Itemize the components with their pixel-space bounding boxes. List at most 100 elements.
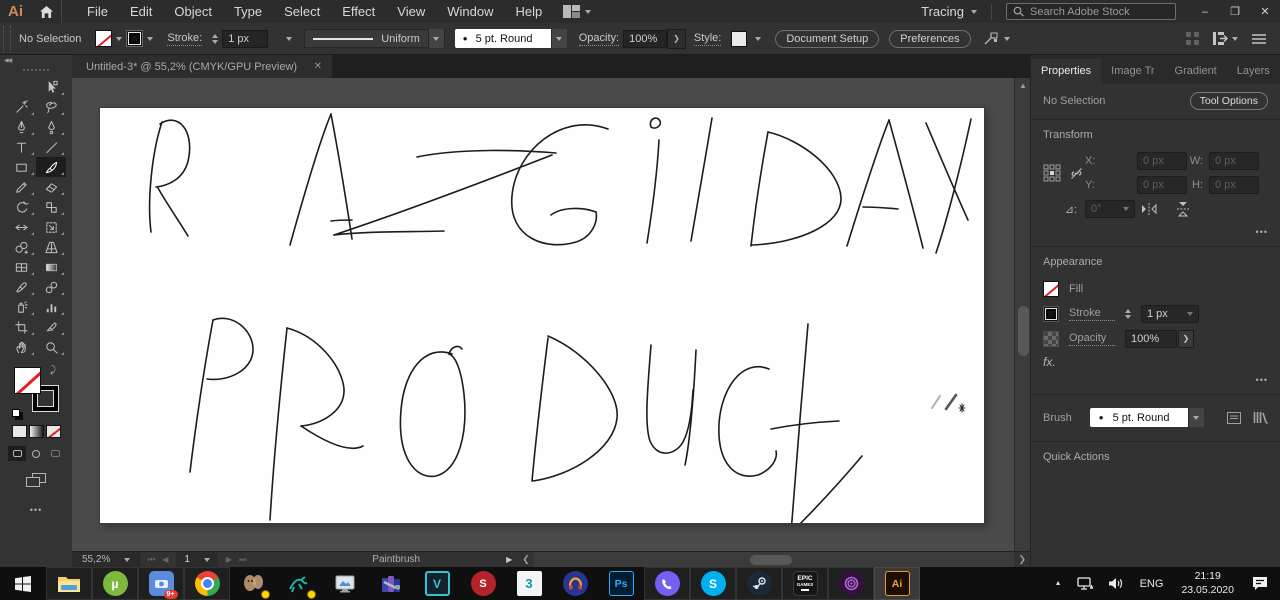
- taskbar-vegas[interactable]: V: [414, 567, 460, 600]
- opacity-flyout-arrow[interactable]: ❯: [1178, 329, 1194, 348]
- brush-definition-chevron[interactable]: [550, 29, 567, 48]
- w-field[interactable]: 0 px: [1209, 152, 1259, 170]
- artboard-navigation-dropdown[interactable]: 1: [176, 552, 218, 567]
- shape-builder-tool[interactable]: [6, 237, 36, 257]
- opacity-label[interactable]: Opacity:: [578, 32, 620, 46]
- appearance-fill-label[interactable]: Fill: [1069, 283, 1115, 295]
- taskbar-3ds-max[interactable]: 3: [506, 567, 552, 600]
- volume-icon[interactable]: [1101, 577, 1131, 590]
- vertical-scrollbar[interactable]: ▲: [1014, 78, 1030, 551]
- taskbar-file-explorer[interactable]: [46, 567, 92, 600]
- home-icon[interactable]: [32, 0, 62, 23]
- constrain-proportions-icon[interactable]: [1068, 165, 1085, 182]
- tab-properties[interactable]: Properties: [1031, 59, 1102, 84]
- gradient-button[interactable]: [28, 425, 44, 438]
- taskbar-tor-browser[interactable]: [828, 567, 874, 600]
- align-icon[interactable]: [1186, 32, 1199, 45]
- panel-stroke-stepper[interactable]: [1125, 308, 1131, 319]
- tracing-dropdown[interactable]: Tracing: [907, 3, 992, 20]
- status-flyout-icon[interactable]: ▶: [506, 555, 512, 564]
- last-artboard-icon[interactable]: ⏭: [239, 555, 246, 565]
- panel-stroke-field[interactable]: 1 px: [1141, 304, 1199, 323]
- lasso-tool[interactable]: [36, 97, 66, 117]
- type-tool[interactable]: [6, 137, 36, 157]
- stroke-weight-dropdown[interactable]: [282, 30, 296, 48]
- artboard[interactable]: [100, 108, 984, 523]
- paintbrush-tool[interactable]: [36, 157, 66, 177]
- direct-selection-tool[interactable]: [36, 77, 66, 97]
- brush-libraries-icon[interactable]: [1253, 411, 1268, 424]
- tool-options-button[interactable]: Tool Options: [1189, 92, 1268, 110]
- magic-wand-tool[interactable]: [6, 97, 36, 117]
- tab-close-icon[interactable]: ✕: [314, 61, 322, 72]
- tab-layers[interactable]: Layers: [1227, 59, 1280, 84]
- style-dropdown[interactable]: [751, 30, 765, 48]
- zoom-tool[interactable]: [36, 337, 66, 357]
- taskbar-illustrator[interactable]: Ai: [874, 567, 920, 600]
- draw-behind-mode[interactable]: [27, 446, 45, 461]
- horizontal-scroll-thumb[interactable]: [750, 554, 793, 565]
- restore-button[interactable]: ❐: [1220, 0, 1250, 23]
- clock[interactable]: 21:19 23.05.2020: [1172, 570, 1243, 596]
- flip-vertical-icon[interactable]: [1176, 201, 1190, 217]
- fill-proxy-swatch[interactable]: [14, 367, 41, 394]
- appearance-more-options-icon[interactable]: •••: [1043, 375, 1268, 385]
- preferences-button[interactable]: Preferences: [889, 29, 971, 48]
- appearance-opacity-swatch[interactable]: [1043, 330, 1059, 347]
- search-input[interactable]: [1030, 5, 1160, 18]
- pen-tool[interactable]: [6, 117, 36, 137]
- taskbar-teal-app[interactable]: [276, 567, 322, 600]
- free-transform-tool[interactable]: [36, 217, 66, 237]
- scale-tool[interactable]: [36, 197, 66, 217]
- taskbar-music-app[interactable]: [552, 567, 598, 600]
- rotate-tool[interactable]: [6, 197, 36, 217]
- eraser-tool[interactable]: [36, 177, 66, 197]
- fill-color-dropdown[interactable]: [112, 30, 126, 48]
- taskbar-utorrent[interactable]: µ: [92, 567, 138, 600]
- scroll-up-icon[interactable]: ▲: [1015, 81, 1031, 90]
- stroke-color-dropdown[interactable]: [143, 30, 157, 48]
- horizontal-scrollbar[interactable]: ❮ ❯: [518, 552, 1030, 567]
- vertical-scroll-thumb[interactable]: [1017, 306, 1029, 356]
- taskbar-photo-viewer[interactable]: [322, 567, 368, 600]
- fill-color-swatch[interactable]: [95, 30, 113, 47]
- artboard-tool[interactable]: [6, 317, 36, 337]
- taskbar-epic-games[interactable]: EPIC GAMES: [782, 567, 828, 600]
- variable-width-profile-dropdown[interactable]: Uniform: [304, 29, 445, 48]
- appearance-fill-swatch[interactable]: [1043, 280, 1059, 297]
- stroke-weight-stepper[interactable]: [212, 33, 219, 44]
- taskbar-photoshop[interactable]: Ps: [598, 567, 644, 600]
- brushes-panel-icon[interactable]: [1227, 411, 1241, 424]
- slice-tool[interactable]: [36, 317, 66, 337]
- stroke-color-swatch[interactable]: [126, 30, 144, 47]
- action-center-icon[interactable]: [1243, 576, 1280, 591]
- appearance-stroke-swatch[interactable]: [1043, 305, 1059, 322]
- h-field[interactable]: 0 px: [1209, 176, 1259, 194]
- menu-window[interactable]: Window: [436, 0, 504, 23]
- stroke-weight-label[interactable]: Stroke:: [167, 32, 203, 46]
- menu-edit[interactable]: Edit: [119, 0, 163, 23]
- menu-file[interactable]: File: [76, 0, 119, 23]
- rectangle-tool[interactable]: [6, 157, 36, 177]
- workspace-switcher-icon[interactable]: [1213, 32, 1228, 45]
- first-artboard-icon[interactable]: ⏮: [148, 555, 155, 565]
- shaper-tool[interactable]: [6, 177, 36, 197]
- close-button[interactable]: ✕: [1250, 0, 1280, 23]
- width-tool[interactable]: [6, 217, 36, 237]
- opacity-more-arrow[interactable]: ❯: [667, 28, 686, 49]
- arrange-documents-button[interactable]: [563, 5, 592, 18]
- taskbar-google-app[interactable]: 9+: [138, 567, 184, 600]
- document-tab[interactable]: Untitled-3* @ 55,2% (CMYK/GPU Preview) ✕: [72, 55, 332, 78]
- fx-effects-button[interactable]: fx.: [1043, 355, 1268, 369]
- document-setup-button[interactable]: Document Setup: [775, 29, 880, 48]
- panel-opacity-field[interactable]: 100%: [1125, 329, 1177, 348]
- mesh-tool[interactable]: [6, 257, 36, 277]
- panel-grip[interactable]: [3, 25, 11, 52]
- taskbar-chrome[interactable]: [184, 567, 230, 600]
- taskbar-game-masks[interactable]: [230, 567, 276, 600]
- taskbar-skype[interactable]: S: [690, 567, 736, 600]
- hidden-icons-chevron[interactable]: ▲: [1047, 580, 1070, 587]
- symbol-sprayer-tool[interactable]: [6, 297, 36, 317]
- none-button[interactable]: [45, 425, 61, 438]
- stroke-weight-value[interactable]: 1 px: [222, 29, 269, 48]
